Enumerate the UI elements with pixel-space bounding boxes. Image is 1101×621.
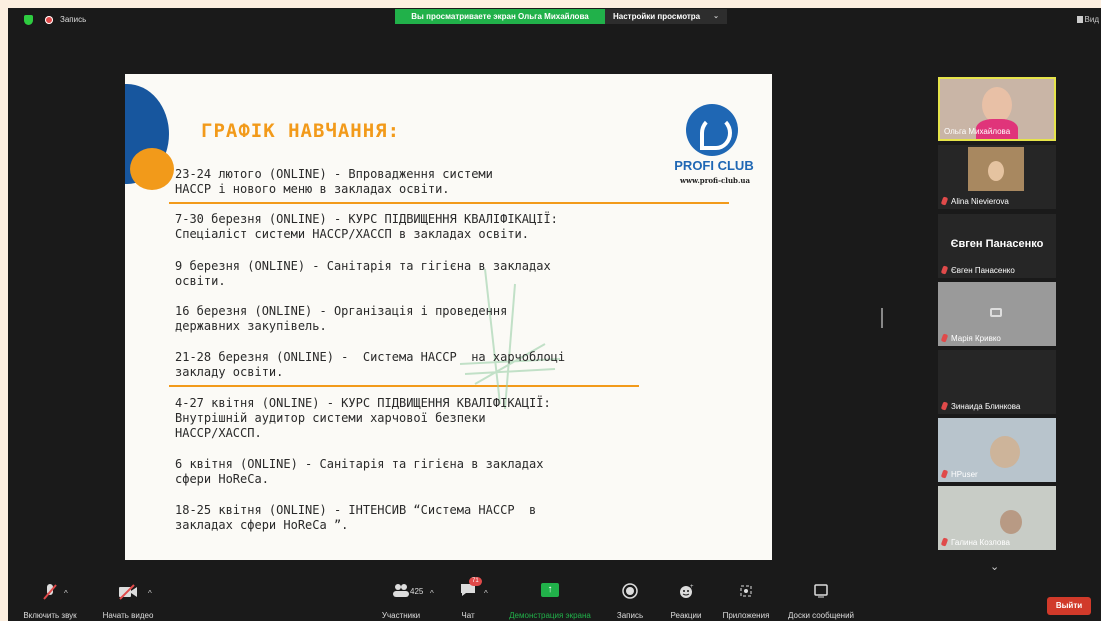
schedule-item: 4-27 квітня (ONLINE) - КУРС ПІДВИЩЕННЯ К… (175, 396, 551, 440)
schedule-item: 7-30 березня (ONLINE) - КУРС ПІДВИЩЕННЯ … (175, 212, 558, 241)
encryption-shield-icon[interactable] (24, 15, 33, 25)
participant-tile[interactable]: Alina Nievierova (938, 145, 1056, 209)
caret-up-icon[interactable]: ^ (430, 589, 434, 598)
participants-button[interactable]: 425 ^ Участники (366, 583, 436, 620)
whiteboards-button[interactable]: Доски сообщений (782, 583, 860, 620)
participant-display-name: Євген Панасенко (950, 238, 1044, 250)
shared-screen: ГРАФІК НАВЧАННЯ: PROFI CLUB www.profi-cl… (125, 74, 772, 560)
decorative-orange-circle (130, 148, 174, 190)
avatar (982, 87, 1012, 123)
schedule-item: 23-24 лютого (ONLINE) - Впровадження сис… (175, 167, 493, 196)
participants-count: 425 (410, 587, 424, 596)
participant-tile[interactable]: Зинаида Блинкова (938, 350, 1056, 414)
record-icon (45, 16, 53, 24)
unmute-button[interactable]: ^ Включить звук (20, 583, 80, 620)
muted-microphone-icon: ^ (20, 583, 80, 603)
apps-icon (740, 585, 752, 597)
avatar (990, 436, 1020, 468)
panel-resize-handle[interactable] (881, 308, 883, 328)
avatar (1000, 510, 1022, 534)
share-screen-icon: ↑ (541, 583, 559, 597)
divider-line (169, 385, 639, 387)
chat-button[interactable]: 71 ^ Чат (454, 577, 488, 620)
divider-line (169, 202, 729, 204)
view-settings-button[interactable]: Настройки просмотра ⌄ (605, 9, 727, 24)
chat-badge: 71 (469, 577, 482, 586)
chevron-down-icon[interactable]: ⌄ (990, 560, 999, 573)
participant-name: HPuser (940, 469, 978, 479)
top-bar: Запись Вы просматриваете экран Ольга Мих… (8, 8, 1101, 30)
participant-name: Галина Козлова (940, 537, 1010, 547)
schedule-item: 21-28 березня (ONLINE) - Система НАССР н… (175, 350, 566, 379)
caret-up-icon[interactable]: ^ (64, 589, 68, 598)
meeting-toolbar: ^ Включить звук ^ Начать видео 425 ^ Уча… (8, 577, 1101, 621)
participant-tile[interactable]: Марія Кривко (938, 282, 1056, 346)
participant-name: Марія Кривко (940, 333, 1001, 343)
caret-up-icon[interactable]: ^ (484, 589, 488, 598)
schedule-item: 18-25 квітня (ONLINE) - ІНТЕНСИВ “Систем… (175, 503, 537, 532)
leave-button[interactable]: Выйти (1047, 597, 1091, 615)
participant-tile[interactable]: Галина Козлова (938, 486, 1056, 550)
participant-tile[interactable]: Євген Панасенко Євген Панасенко (938, 214, 1056, 278)
muted-mic-icon (940, 469, 949, 479)
muted-mic-icon (940, 333, 949, 343)
zoom-window: Запись Вы просматриваете экран Ольга Мих… (8, 8, 1101, 621)
slide-title: ГРАФІК НАВЧАННЯ: (201, 120, 401, 142)
sharing-banner: Вы просматриваете экран Ольга Михайлова (395, 9, 605, 24)
whiteboard-icon (814, 584, 828, 598)
camera-off-icon (990, 308, 1002, 317)
svg-text:+: + (690, 584, 694, 590)
muted-mic-icon (940, 265, 949, 275)
schedule-item: 9 березня (ONLINE) - Санітарія та гігієн… (175, 259, 551, 288)
avatar (988, 161, 1004, 181)
profi-club-logo-icon (686, 104, 738, 156)
muted-mic-icon (940, 401, 949, 411)
caret-up-icon[interactable]: ^ (148, 589, 152, 598)
reactions-button[interactable]: + Реакции (664, 583, 708, 620)
participant-tile[interactable]: Ольга Михайлова (938, 77, 1056, 141)
share-screen-button[interactable]: ↑ Демонстрация экрана (502, 583, 598, 620)
participant-name: Євген Панасенко (940, 265, 1015, 275)
logo-url: www.profi-club.ua (679, 176, 751, 185)
apps-button[interactable]: Приложения (716, 583, 776, 620)
view-button[interactable]: Вид (1076, 15, 1099, 24)
chevron-down-icon: ⌄ (713, 13, 719, 20)
view-label: Вид (1084, 15, 1099, 24)
participant-name: Alina Nievierova (940, 196, 1009, 206)
view-icon (1076, 16, 1083, 23)
schedule-item: 16 березня (ONLINE) - Організація і пров… (175, 304, 508, 333)
record-circle-icon (622, 583, 638, 599)
start-video-button[interactable]: ^ Начать видео (98, 583, 158, 620)
participant-tile[interactable]: HPuser (938, 418, 1056, 482)
schedule-item: 6 квітня (ONLINE) - Санітарія та гігієна… (175, 457, 544, 486)
participants-icon (393, 584, 409, 597)
logo-text: PROFI CLUB (674, 158, 754, 173)
muted-mic-icon (940, 196, 949, 206)
participant-name: Ольга Михайлова (944, 127, 1011, 136)
video-off-icon: ^ (98, 583, 158, 603)
recording-label[interactable]: Запись (60, 15, 86, 24)
view-settings-label: Настройки просмотра (613, 12, 701, 21)
participant-name: Зинаида Блинкова (940, 401, 1020, 411)
smiley-icon: + (680, 584, 694, 598)
muted-mic-icon (940, 537, 949, 547)
record-button[interactable]: Запись (612, 583, 648, 620)
participant-video (968, 147, 1024, 191)
